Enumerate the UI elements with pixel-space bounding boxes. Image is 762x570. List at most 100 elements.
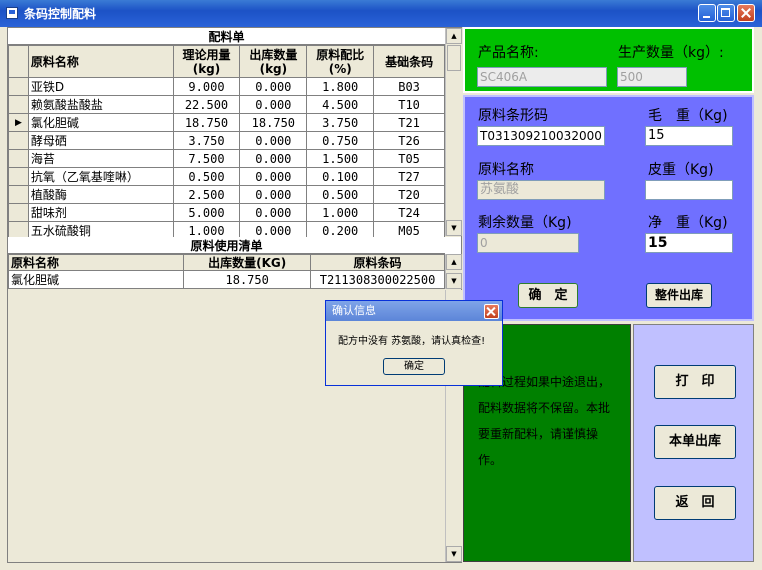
recipe-row[interactable]: 赖氨酸盐酸盐 22.500 0.000 4.500 T10: [8, 95, 445, 114]
usage-scrollbar[interactable]: ▲ ▼: [445, 254, 462, 289]
dialog-close-button[interactable]: [484, 304, 499, 319]
net-weight-label: 净 重（Kg): [648, 215, 728, 231]
print-button[interactable]: 打 印: [654, 365, 736, 399]
confirm-button[interactable]: 确 定: [518, 283, 578, 308]
cell-out: 0.000: [239, 203, 308, 222]
cell-name: 抗氧（乙氧基喹啉）: [27, 167, 174, 186]
product-qty-field[interactable]: 500: [617, 67, 687, 87]
material-name-field[interactable]: 苏氨酸: [477, 180, 605, 200]
minimize-button[interactable]: [698, 4, 716, 22]
cell-out: 0.000: [239, 185, 308, 204]
row-header: [8, 167, 29, 186]
recipe-row[interactable]: 亚铁D 9.000 0.000 1.800 B03: [8, 77, 445, 96]
scroll-down-button[interactable]: ▼: [446, 220, 462, 236]
col-name[interactable]: 原料名称: [27, 45, 174, 78]
cell-theory: 2.500: [172, 185, 241, 204]
usage-row[interactable]: 氯化胆碱 18.750 T211308300022500: [7, 270, 445, 289]
pane-scroll-down-button[interactable]: ▼: [446, 546, 462, 562]
dialog-title-bar[interactable]: 确认信息: [326, 301, 502, 321]
usage-scroll-down-button[interactable]: ▼: [446, 273, 462, 289]
cell-out: 0.000: [239, 95, 308, 114]
cell-theory: 9.000: [172, 77, 241, 96]
cell-out: 0.000: [239, 167, 308, 186]
material-name-label: 原料名称: [478, 162, 534, 178]
usage-table[interactable]: 原料名称 出库数量(KG) 原料条码 氯化胆碱 18.750 T21130830…: [7, 254, 445, 289]
action-panel: 打 印 本单出库 返 回: [633, 324, 754, 562]
usage-col-code[interactable]: 原料条码: [310, 254, 445, 271]
remain-qty-label: 剩余数量（Kg): [478, 215, 572, 231]
cell-out: 0.000: [239, 77, 308, 96]
recipe-grid[interactable]: 配料单 原料名称 理论用量 (kg) 出库数量 (kg) 原料配比 (%) 基础条码 …: [8, 28, 462, 240]
cell-name: 甜味剂: [27, 203, 174, 222]
whole-out-button[interactable]: 整件出库: [646, 283, 712, 308]
col-theory-label: 理论用量 (kg): [182, 47, 231, 76]
col-code[interactable]: 基础条码: [373, 45, 445, 78]
remain-qty-field[interactable]: 0: [477, 233, 579, 253]
cell-code: T26: [373, 131, 445, 150]
scroll-thumb[interactable]: [447, 45, 461, 71]
barcode-input[interactable]: T031309210032000: [477, 126, 605, 146]
row-header: [8, 131, 29, 150]
usage-cell-qty: 18.750: [183, 270, 312, 289]
recipe-scrollbar[interactable]: ▲ ▼: [445, 28, 462, 236]
maximize-button[interactable]: [717, 4, 735, 22]
product-name-field[interactable]: SC406A: [477, 67, 607, 87]
row-header-corner: [8, 45, 29, 78]
cell-out: 18.750: [239, 113, 308, 132]
cell-code: T27: [373, 167, 445, 186]
recipe-row[interactable]: 植酸酶 2.500 0.000 0.500 T20: [8, 185, 445, 204]
tare-weight-input[interactable]: [645, 180, 733, 200]
row-header: [8, 203, 29, 222]
cell-code: T05: [373, 149, 445, 168]
scroll-up-button[interactable]: ▲: [446, 28, 462, 44]
col-ratio[interactable]: 原料配比 (%): [306, 45, 375, 78]
cell-ratio: 0.100: [306, 167, 375, 186]
row-header: [8, 185, 29, 204]
back-button[interactable]: 返 回: [654, 486, 736, 520]
recipe-row[interactable]: 酵母硒 3.750 0.000 0.750 T26: [8, 131, 445, 150]
col-out-label: 出库数量 (kg): [249, 47, 298, 76]
dialog-ok-button[interactable]: 确定: [383, 358, 445, 375]
cell-theory: 5.000: [172, 203, 241, 222]
net-weight-field[interactable]: 15: [645, 233, 733, 253]
col-theory[interactable]: 理论用量 (kg): [172, 45, 241, 78]
cell-code: B03: [373, 77, 445, 96]
row-header: [8, 149, 29, 168]
cell-code: T24: [373, 203, 445, 222]
cell-ratio: 0.500: [306, 185, 375, 204]
cell-ratio: 1.800: [306, 77, 375, 96]
recipe-row[interactable]: 甜味剂 5.000 0.000 1.000 T24: [8, 203, 445, 222]
gross-weight-input[interactable]: 15: [645, 126, 733, 146]
usage-col-qty[interactable]: 出库数量(KG): [183, 254, 312, 271]
cell-theory: 22.500: [172, 95, 241, 114]
usage-grid[interactable]: 原料使用清单 原料名称 出库数量(KG) 原料条码 氯化胆碱 18.750 T2…: [7, 237, 462, 289]
product-name-label: 产品名称:: [478, 45, 539, 61]
title-bar[interactable]: 条码控制配料: [0, 0, 762, 27]
cell-ratio: 3.750: [306, 113, 375, 132]
cell-out: 0.000: [239, 131, 308, 150]
recipe-row[interactable]: 海苔 7.500 0.000 1.500 T05: [8, 149, 445, 168]
material-panel: 原料条形码 毛 重（Kg) T031309210032000 15 原料名称 皮…: [463, 95, 754, 321]
usage-scroll-up-button[interactable]: ▲: [446, 254, 462, 270]
usage-cell-code: T211308300022500: [310, 270, 445, 289]
recipe-row[interactable]: ▶ 氯化胆碱 18.750 18.750 3.750 T21: [8, 113, 445, 132]
cell-ratio: 0.750: [306, 131, 375, 150]
col-out[interactable]: 出库数量 (kg): [239, 45, 308, 78]
cell-name: 酵母硒: [27, 131, 174, 150]
recipe-row[interactable]: 抗氧（乙氧基喹啉） 0.500 0.000 0.100 T27: [8, 167, 445, 186]
row-header: ▶: [8, 113, 29, 132]
recipe-table[interactable]: 原料名称 理论用量 (kg) 出库数量 (kg) 原料配比 (%) 基础条码 亚铁D 9…: [8, 45, 445, 240]
col-name-label: 原料名称: [30, 54, 79, 69]
usage-col-name[interactable]: 原料名称: [7, 254, 185, 271]
close-button[interactable]: [737, 4, 755, 22]
single-out-button[interactable]: 本单出库: [654, 425, 736, 459]
tare-weight-label: 皮重（Kg): [648, 162, 714, 178]
col-code-label: 基础条码: [385, 54, 434, 69]
confirm-dialog: 确认信息 配方中没有 苏氨酸，请认真检查! 确定: [325, 300, 503, 386]
cell-out: 0.000: [239, 149, 308, 168]
gross-weight-label: 毛 重（Kg): [648, 108, 728, 124]
cell-name: 海苔: [27, 149, 174, 168]
cell-theory: 0.500: [172, 167, 241, 186]
dialog-title: 确认信息: [332, 304, 376, 317]
main-window: 条码控制配料 配料单 原料名称 理论用量 (kg) 出库数量 (kg) 原料配比 (%…: [0, 0, 762, 570]
